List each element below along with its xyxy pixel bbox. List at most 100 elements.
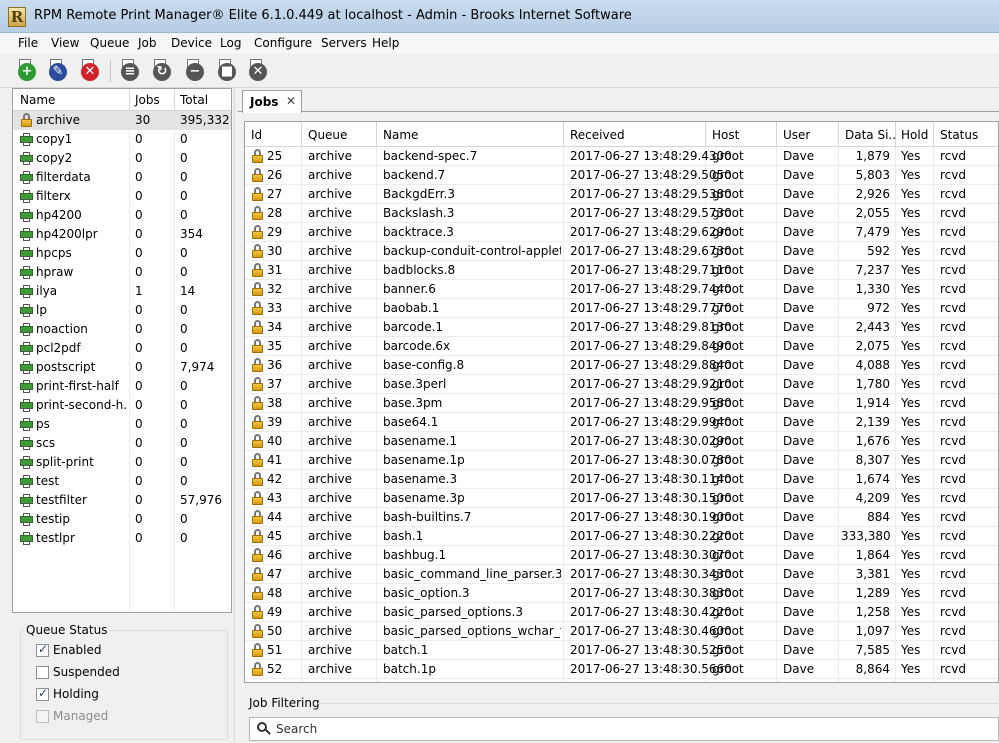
job-hold-button[interactable]: ■ (215, 58, 239, 82)
table-row[interactable]: 36 archive base-config.8 2017-06-27 13:48:2… (245, 356, 998, 375)
edit-queue-button[interactable]: ✎ (46, 58, 70, 82)
table-row[interactable]: 50 archive basic_parsed_options_wchar_t_.3… (245, 622, 998, 641)
queue-row[interactable]: hpraw 0 0 (13, 263, 231, 282)
menu-job[interactable]: Job (138, 36, 157, 50)
column-header-total[interactable]: Total (180, 93, 208, 107)
table-row[interactable]: 48 archive basic_option.3 2017-06-27 13:48:… (245, 584, 998, 603)
queue-row[interactable]: copy2 0 0 (13, 149, 231, 168)
table-row[interactable]: 38 archive base.3pm 2017-06-27 13:48:29.958… (245, 394, 998, 413)
table-row[interactable]: 41 archive basename.1p 2017-06-27 13:48:30.… (245, 451, 998, 470)
column-header-user[interactable]: User (783, 128, 810, 142)
table-row[interactable]: 28 archive Backslash.3 2017-06-27 13:48:29.… (245, 204, 998, 223)
column-header-status[interactable]: Status (940, 128, 978, 142)
column-divider[interactable] (376, 122, 377, 147)
menu-view[interactable]: View (51, 36, 79, 50)
table-row[interactable]: 25 archive backend-spec.7 2017-06-27 13:48:… (245, 147, 998, 166)
table-row[interactable]: 26 archive backend.7 2017-06-27 13:48:29.50… (245, 166, 998, 185)
queue-row[interactable]: hp4200lpr 0 354 (13, 225, 231, 244)
column-header-data-size[interactable]: Data Si... (845, 128, 895, 142)
column-divider[interactable] (563, 122, 564, 147)
queue-list: Name Jobs Total archive 30 395,332 copy1 0 0 c… (12, 88, 232, 613)
job-cancel-button[interactable]: ✕ (246, 58, 270, 82)
table-row[interactable]: 29 archive backtrace.3 2017-06-27 13:48:29.… (245, 223, 998, 242)
panel-splitter[interactable] (234, 88, 238, 743)
app-logo-icon[interactable]: R (8, 7, 26, 27)
table-row[interactable]: 27 archive BackgdErr.3 2017-06-27 13:48:29.… (245, 185, 998, 204)
column-header-received[interactable]: Received (570, 128, 625, 142)
table-row[interactable]: 39 archive base64.1 2017-06-27 13:48:29.994… (245, 413, 998, 432)
table-row[interactable]: 43 archive basename.3p 2017-06-27 13:48:30.… (245, 489, 998, 508)
table-row[interactable]: 45 archive bash.1 2017-06-27 13:48:30.2220 g… (245, 527, 998, 546)
tab-jobs[interactable]: Jobs ✕ (242, 90, 302, 113)
column-divider[interactable] (838, 122, 839, 147)
job-reprint-button[interactable]: ↻ (150, 58, 174, 82)
table-row[interactable]: 35 archive barcode.6x 2017-06-27 13:48:29.8… (245, 337, 998, 356)
search-box[interactable] (249, 717, 999, 741)
queue-row[interactable]: archive 30 395,332 (13, 111, 231, 130)
menu-device[interactable]: Device (171, 36, 212, 50)
queue-row[interactable]: testlpr 0 0 (13, 529, 231, 548)
column-divider[interactable] (129, 89, 130, 111)
column-divider[interactable] (933, 122, 934, 147)
table-row[interactable]: 33 archive baobab.1 2017-06-27 13:48:29.777… (245, 299, 998, 318)
column-header-id[interactable]: Id (251, 128, 262, 142)
close-icon[interactable]: ✕ (286, 94, 296, 108)
table-row[interactable]: 49 archive basic_parsed_options.3 2017-06-2… (245, 603, 998, 622)
table-row[interactable]: 32 archive banner.6 2017-06-27 13:48:29.744… (245, 280, 998, 299)
table-row[interactable]: 37 archive base.3perl 2017-06-27 13:48:29.9… (245, 375, 998, 394)
table-row[interactable]: 31 archive badblocks.8 2017-06-27 13:48:29.… (245, 261, 998, 280)
menu-configure[interactable]: Configure (254, 36, 312, 50)
column-header-name[interactable]: Name (20, 93, 55, 107)
table-row[interactable]: 34 archive barcode.1 2017-06-27 13:48:29.81… (245, 318, 998, 337)
column-divider[interactable] (776, 122, 777, 147)
column-header-jobs[interactable]: Jobs (135, 93, 160, 107)
queue-row[interactable]: lp 0 0 (13, 301, 231, 320)
table-row[interactable]: 44 archive bash-builtins.7 2017-06-27 13:48… (245, 508, 998, 527)
queue-row[interactable]: copy1 0 0 (13, 130, 231, 149)
table-row[interactable]: 40 archive basename.1 2017-06-27 13:48:30.0… (245, 432, 998, 451)
column-divider[interactable] (301, 122, 302, 147)
queue-row[interactable]: testip 0 0 (13, 510, 231, 529)
queue-row[interactable]: ps 0 0 (13, 415, 231, 434)
table-row[interactable]: 42 archive basename.3 2017-06-27 13:48:30.1… (245, 470, 998, 489)
column-divider[interactable] (705, 122, 706, 147)
queue-row[interactable]: filterx 0 0 (13, 187, 231, 206)
column-divider[interactable] (895, 122, 896, 147)
delete-queue-button[interactable]: ✕ (78, 58, 102, 82)
queue-row[interactable]: filterdata 0 0 (13, 168, 231, 187)
queue-row[interactable]: test 0 0 (13, 472, 231, 491)
column-header-hold[interactable]: Hold (901, 128, 928, 142)
queue-row[interactable]: noaction 0 0 (13, 320, 231, 339)
add-queue-button[interactable]: + (15, 58, 39, 82)
table-row[interactable]: 30 archive backup-conduit-control-applet.1… (245, 242, 998, 261)
queue-row[interactable]: split-print 0 0 (13, 453, 231, 472)
job-list-button[interactable]: ≡ (118, 58, 142, 82)
queue-row[interactable]: print-first-half 0 0 (13, 377, 231, 396)
table-row[interactable]: 51 archive batch.1 2017-06-27 13:48:30.5250… (245, 641, 998, 660)
table-row[interactable]: 46 archive bashbug.1 2017-06-27 13:48:30.30… (245, 546, 998, 565)
job-remove-button[interactable]: − (183, 58, 207, 82)
queue-row[interactable]: pcl2pdf 0 0 (13, 339, 231, 358)
checkbox-box[interactable] (36, 666, 49, 679)
checkbox-box[interactable] (36, 686, 49, 701)
queue-row[interactable]: scs 0 0 (13, 434, 231, 453)
queue-row[interactable]: print-second-h... 0 0 (13, 396, 231, 415)
menu-servers[interactable]: Servers (321, 36, 367, 50)
search-input[interactable] (276, 720, 976, 738)
column-header-host[interactable]: Host (712, 128, 739, 142)
queue-row[interactable]: ilya 1 14 (13, 282, 231, 301)
menu-queue[interactable]: Queue (90, 36, 129, 50)
checkbox-box[interactable] (36, 642, 49, 657)
queue-row[interactable]: hp4200 0 0 (13, 206, 231, 225)
menu-log[interactable]: Log (220, 36, 241, 50)
table-row[interactable]: 52 archive batch.1p 2017-06-27 13:48:30.566… (245, 660, 998, 679)
column-header-queue[interactable]: Queue (308, 128, 347, 142)
column-header-name[interactable]: Name (383, 128, 418, 142)
queue-row[interactable]: postscript 0 7,974 (13, 358, 231, 377)
queue-row[interactable]: hpcps 0 0 (13, 244, 231, 263)
table-row[interactable]: 47 archive basic_command_line_parser.3 2017… (245, 565, 998, 584)
queue-row[interactable]: testfilter 0 57,976 (13, 491, 231, 510)
menu-help[interactable]: Help (372, 36, 399, 50)
column-divider[interactable] (174, 89, 175, 111)
menu-file[interactable]: File (18, 36, 38, 50)
